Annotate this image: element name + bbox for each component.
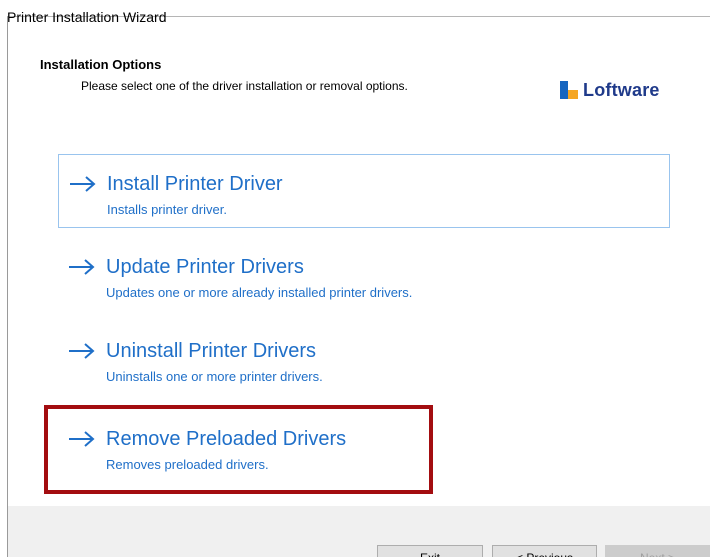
option-description: Installs printer driver.	[107, 202, 227, 217]
arrow-right-icon	[70, 176, 96, 192]
option-install-printer-driver[interactable]: Install Printer Driver Installs printer …	[58, 154, 670, 228]
option-update-printer-drivers[interactable]: Update Printer Drivers Updates one or mo…	[58, 238, 670, 312]
window-title: Printer Installation Wizard	[7, 9, 167, 25]
option-remove-preloaded-drivers[interactable]: Remove Preloaded Drivers Removes preload…	[58, 410, 670, 484]
option-description: Removes preloaded drivers.	[106, 457, 269, 472]
option-description: Uninstalls one or more printer drivers.	[106, 369, 323, 384]
header-title: Installation Options	[40, 57, 162, 72]
option-label: Uninstall Printer Drivers	[106, 340, 317, 362]
arrow-right-icon	[69, 431, 95, 447]
loftware-logo-icon	[560, 81, 578, 99]
exit-button[interactable]: Exit	[377, 545, 483, 557]
option-label: Remove Preloaded Drivers	[106, 428, 347, 450]
next-button[interactable]: Next >	[605, 545, 710, 557]
option-description: Updates one or more already installed pr…	[106, 285, 413, 300]
arrow-right-icon	[69, 259, 95, 275]
header-subtitle: Please select one of the driver installa…	[81, 79, 408, 93]
arrow-right-icon	[69, 343, 95, 359]
logo-text: Loftware	[583, 79, 660, 100]
option-label: Install Printer Driver	[107, 173, 283, 195]
option-label: Update Printer Drivers	[106, 256, 304, 278]
option-uninstall-printer-drivers[interactable]: Uninstall Printer Drivers Uninstalls one…	[58, 322, 670, 396]
loftware-logo: Loftware	[560, 79, 660, 101]
previous-button[interactable]: < Previous	[492, 545, 597, 557]
